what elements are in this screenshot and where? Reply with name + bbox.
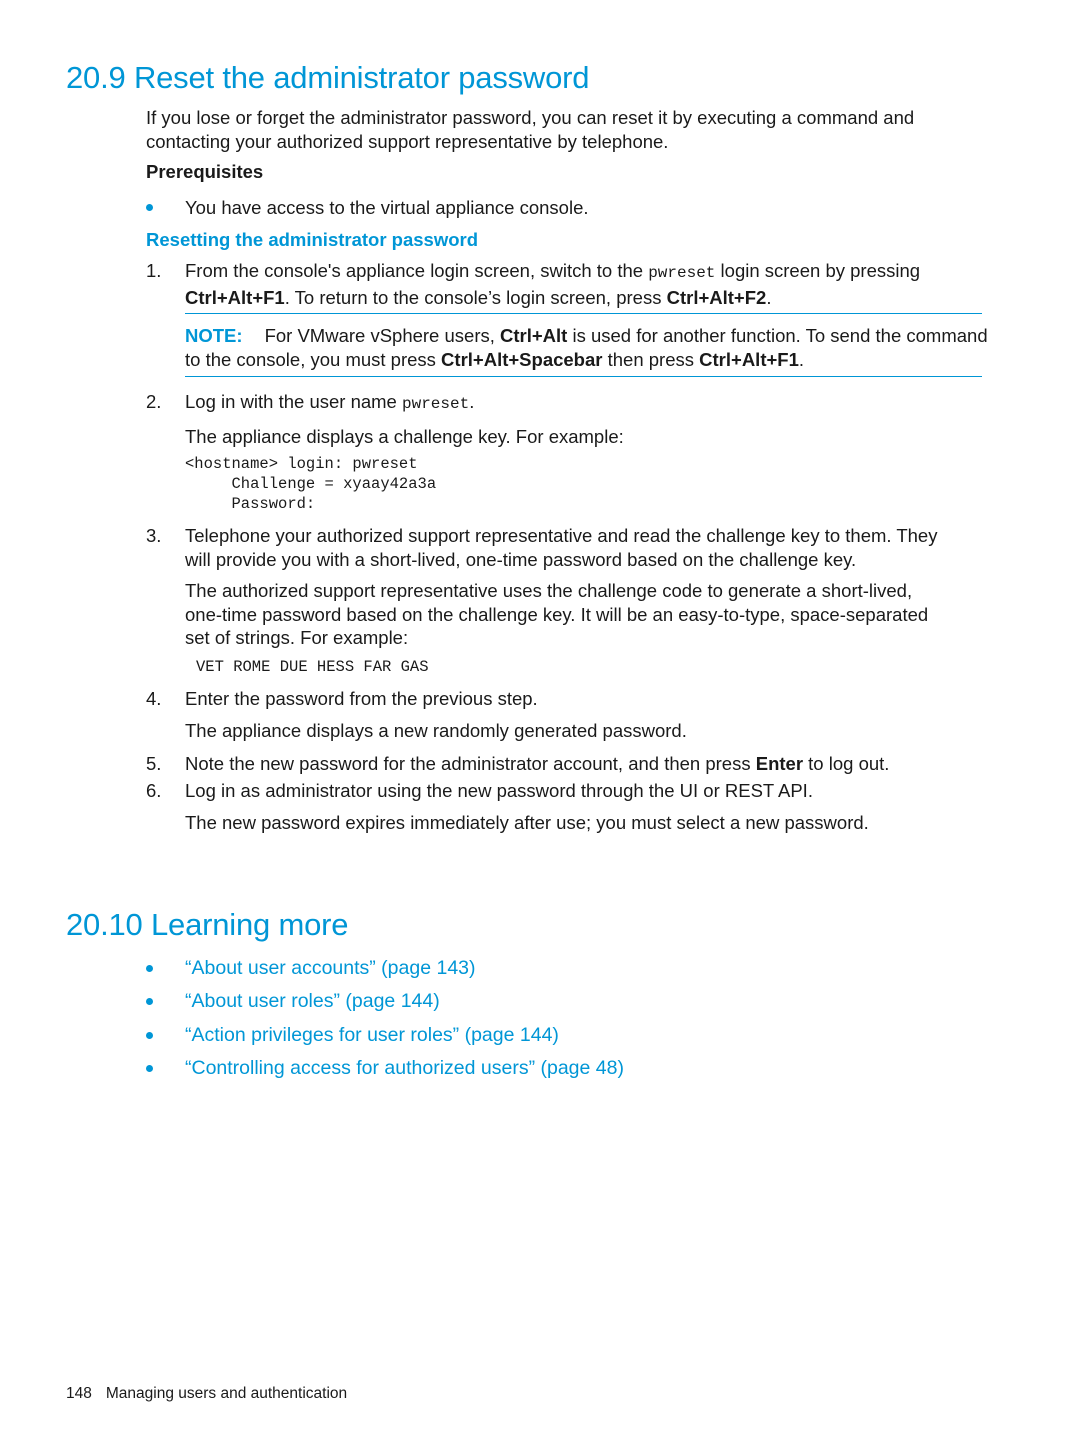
step-number: 1. xyxy=(146,260,162,281)
key-combo: Ctrl+Alt+F1 xyxy=(185,286,285,308)
bullet-icon xyxy=(146,1065,153,1072)
step-2-text: Log in with the user name xyxy=(185,391,402,412)
step-number: 2. xyxy=(146,391,162,412)
link-controlling-access[interactable]: “Controlling access for authorized users… xyxy=(185,1056,624,1080)
note-text: is used for another function. To send th… xyxy=(567,325,988,346)
step-3-paragraph: set of strings. For example: xyxy=(185,627,409,648)
note-bottom-rule xyxy=(185,376,982,377)
step-3-text: will provide you with a short-lived, one… xyxy=(185,548,857,570)
step-1-text: . xyxy=(766,286,772,308)
bullet-icon xyxy=(146,1032,153,1039)
note-text: then press xyxy=(602,348,700,370)
step-5-text: Note the new password for the administra… xyxy=(185,753,756,774)
key-combo: Ctrl+Alt+Spacebar xyxy=(441,348,603,370)
step-2-text: . xyxy=(469,391,475,412)
step-1-text: From the console's appliance login scree… xyxy=(185,260,649,281)
note-text: . xyxy=(798,348,805,370)
step-number: 3. xyxy=(146,525,162,546)
chapter-title: Managing users and authentication xyxy=(105,1385,348,1402)
code-pwreset: pwreset xyxy=(648,264,716,282)
link-action-privileges[interactable]: “Action privileges for user roles” (page… xyxy=(185,1023,559,1047)
key-combo: Ctrl+Alt+F1 xyxy=(699,348,799,370)
step-number: 5. xyxy=(146,753,162,774)
step-3-text: Telephone your authorized support repres… xyxy=(185,525,938,546)
step-5-text: to log out. xyxy=(803,753,890,774)
intro-line: If you lose or forget the administrator … xyxy=(146,107,915,128)
code-pwreset: pwreset xyxy=(402,395,470,413)
bullet-icon xyxy=(146,965,153,972)
step-5: Note the new password for the administra… xyxy=(185,752,985,776)
link-about-user-accounts[interactable]: “About user accounts” (page 143) xyxy=(185,956,476,980)
step-number: 4. xyxy=(146,688,162,709)
prerequisites-label: Prerequisites xyxy=(146,161,264,182)
section-heading-learning-more: 20.10 Learning more xyxy=(66,907,349,942)
bullet-icon xyxy=(146,998,153,1005)
step-1-text: login screen by pressing xyxy=(715,260,921,281)
bullet-icon xyxy=(146,204,153,211)
step-6-followup: The new password expires immediately aft… xyxy=(185,811,869,833)
key-enter: Enter xyxy=(755,753,804,774)
note-text: For VMware vSphere users, xyxy=(264,325,501,346)
procedure-title: Resetting the administrator password xyxy=(146,229,479,250)
note-box: NOTE: For VMware vSphere users, Ctrl+Alt … xyxy=(185,324,988,371)
step-4-followup: The appliance displays a new randomly ge… xyxy=(185,719,687,741)
step-6: Log in as administrator using the new pa… xyxy=(185,779,985,834)
step-3-paragraph: one-time password based on the challenge… xyxy=(185,603,929,625)
note-text: to the console, you must press xyxy=(185,348,442,370)
section-heading-reset-password: 20.9 Reset the administrator password xyxy=(66,60,590,95)
intro-paragraph: If you lose or forget the administrator … xyxy=(146,106,914,153)
link-about-user-roles[interactable]: “About user roles” (page 144) xyxy=(185,989,440,1013)
code-block-challenge: <hostname> login: pwreset Challenge = xy… xyxy=(185,455,437,513)
prerequisite-item: You have access to the virtual appliance… xyxy=(185,197,589,218)
key-combo: Ctrl+Alt+F2 xyxy=(666,286,767,308)
note-label: NOTE: xyxy=(185,325,243,346)
step-1-text: . To return to the console’s login scree… xyxy=(284,286,667,308)
step-4-text: Enter the password from the previous ste… xyxy=(185,688,538,709)
page-footer: 148 Managing users and authentication xyxy=(66,1385,347,1403)
step-4: Enter the password from the previous ste… xyxy=(185,687,985,742)
step-2: Log in with the user name pwreset. The a… xyxy=(185,390,985,514)
step-6-text: Log in as administrator using the new pa… xyxy=(185,780,813,801)
step-number: 6. xyxy=(146,780,162,801)
step-1: From the console's appliance login scree… xyxy=(185,259,985,309)
step-2-followup: The appliance displays a challenge key. … xyxy=(185,425,624,447)
intro-line: contacting your authorized support repre… xyxy=(146,130,669,152)
note-top-rule xyxy=(185,313,982,314)
key-combo: Ctrl+Alt xyxy=(500,325,568,346)
page-number: 148 xyxy=(66,1385,92,1402)
step-3: Telephone your authorized support repres… xyxy=(185,524,985,677)
step-3-paragraph: The authorized support representative us… xyxy=(185,580,913,601)
code-example-password: VET ROME DUE HESS FAR GAS xyxy=(196,657,429,676)
